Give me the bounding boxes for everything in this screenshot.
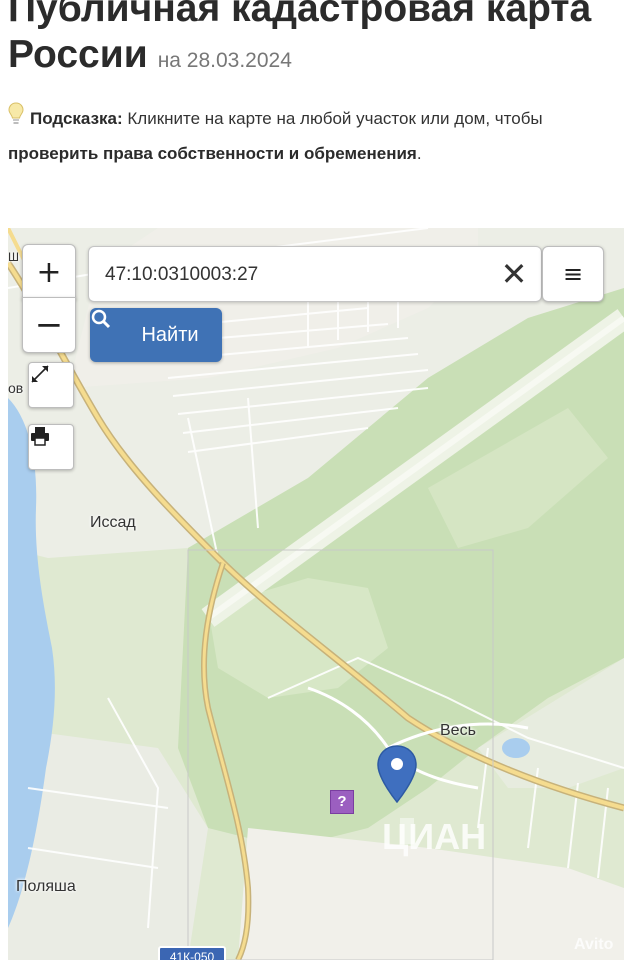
page-title-text: Публичная кадастровая карта России <box>8 0 592 76</box>
page-header: Публичная кадастровая карта России на 28.… <box>0 0 630 228</box>
find-button-label: Найти <box>141 323 199 346</box>
place-label-polyasha: Поляша <box>16 878 76 895</box>
place-label-issad: Иссад <box>90 514 136 531</box>
cadastral-search-box: ✕ <box>88 246 542 302</box>
hint-end: . <box>416 144 422 164</box>
avito-watermark: Avito <box>574 936 614 953</box>
lightbulb-icon <box>8 102 30 137</box>
map-pin-icon[interactable] <box>375 744 419 806</box>
zoom-in-button[interactable]: + <box>22 244 76 300</box>
page-date: на 28.03.2024 <box>157 49 292 72</box>
hint-label: Подсказка: <box>30 109 123 128</box>
fullscreen-button[interactable] <box>28 362 74 408</box>
menu-icon[interactable]: ≡ <box>542 246 604 302</box>
hint-body: Кликните на карте на любой участок или д… <box>122 109 543 128</box>
cadastral-number-input[interactable] <box>103 259 477 291</box>
place-label-ves: Весь <box>440 722 476 739</box>
page-title: Публичная кадастровая карта России на 28.… <box>8 0 618 84</box>
cian-watermark: ЦИАН <box>382 816 487 857</box>
cadastral-map[interactable]: + − ✕ ≡ Найти <box>8 228 624 960</box>
magnifier-icon <box>91 309 135 346</box>
parcel-marker[interactable]: ? <box>330 790 354 814</box>
place-label-edge: ов <box>8 380 24 396</box>
road-number-badge: 41К-050 <box>158 946 226 960</box>
close-icon[interactable]: ✕ <box>497 257 531 291</box>
print-button[interactable] <box>28 424 74 470</box>
place-label-edge-top: Ш <box>8 250 19 264</box>
zoom-out-button[interactable]: − <box>22 297 76 353</box>
find-button[interactable]: Найти <box>90 308 222 362</box>
hint-text: Подсказка: Кликните на карте на любой уч… <box>8 102 620 170</box>
hint-emphasis: проверить права собственности и обремене… <box>8 144 417 164</box>
